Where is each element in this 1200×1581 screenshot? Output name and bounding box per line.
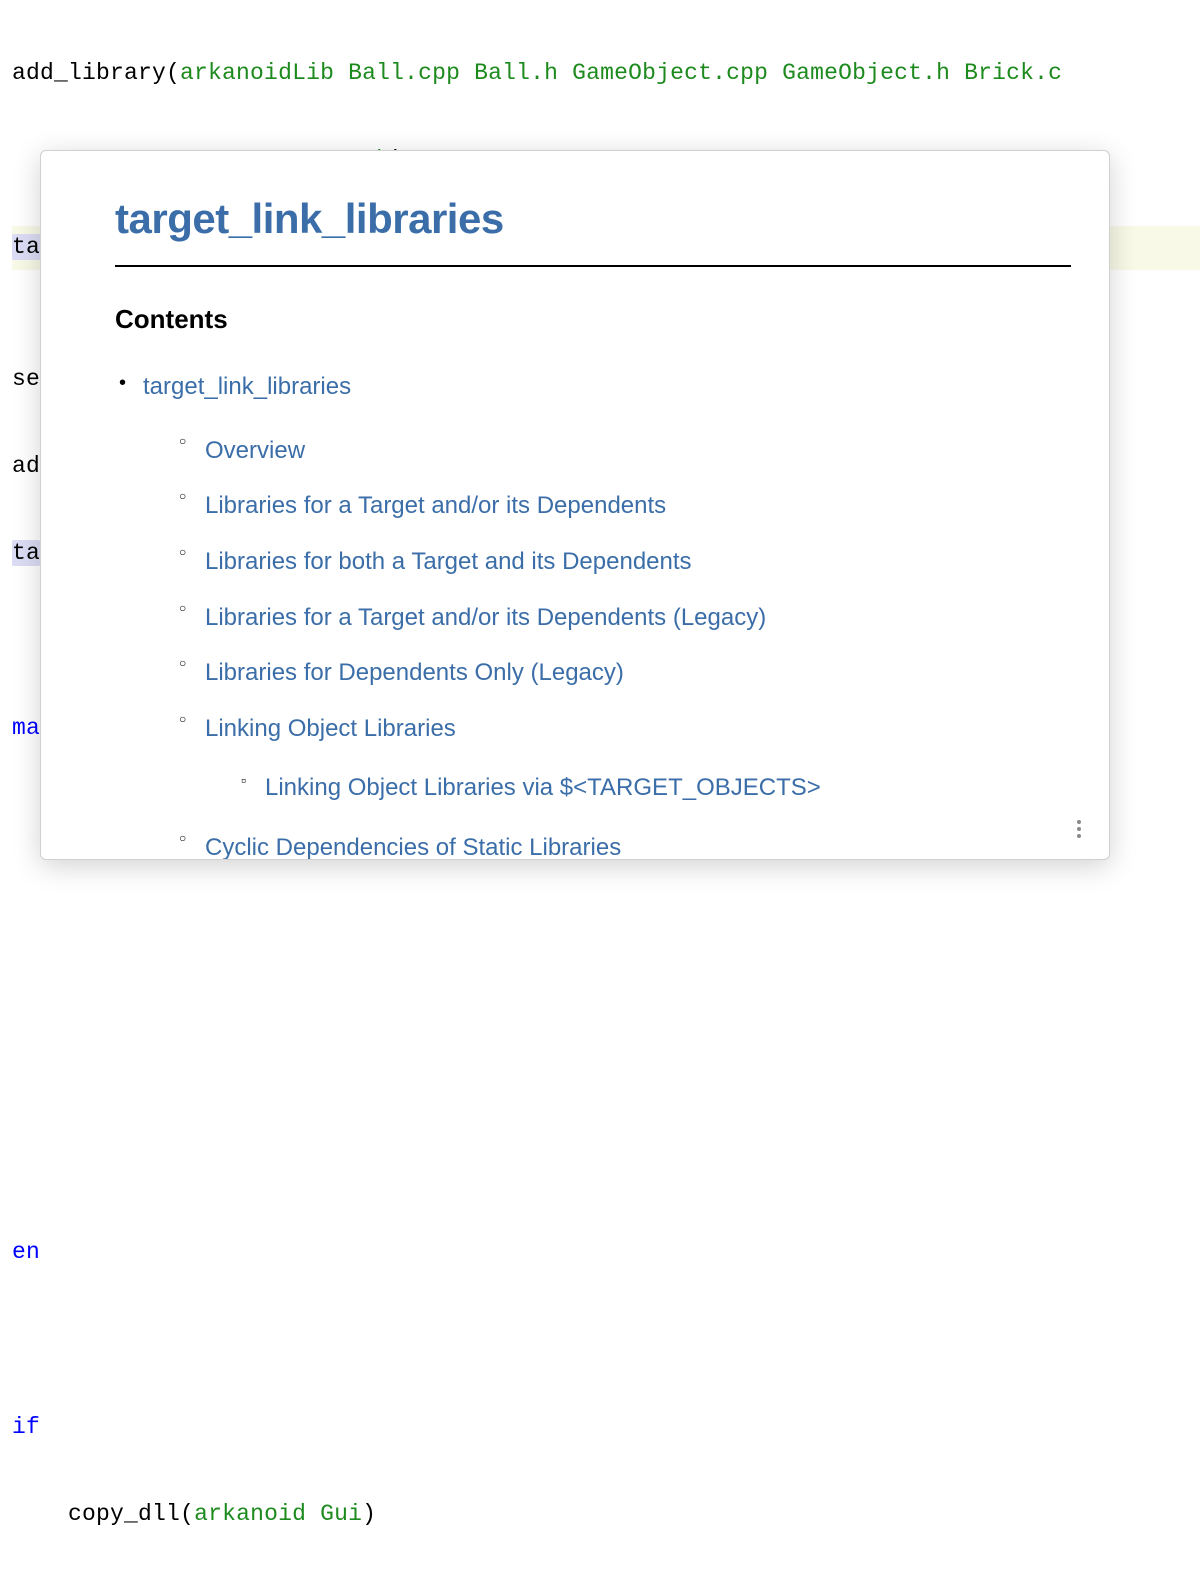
toc-item[interactable]: Linking Object Libraries <box>205 706 1071 752</box>
toc-item[interactable]: Libraries for Dependents Only (Legacy) <box>205 650 1071 696</box>
code-line[interactable] <box>12 1057 1200 1101</box>
toc-link[interactable]: Cyclic Dependencies of Static Libraries <box>205 834 621 860</box>
toc-subitem[interactable]: Linking Object Libraries via $<TARGET_OB… <box>265 765 1071 811</box>
code-line[interactable]: en <box>12 1231 1200 1275</box>
contents-heading: Contents <box>115 295 1071 344</box>
toc-item[interactable]: Overview <box>205 428 1071 474</box>
code-line[interactable]: add_library(arkanoidLib Ball.cpp Ball.h … <box>12 52 1200 96</box>
toc-link[interactable]: Linking Object Libraries via $<TARGET_OB… <box>265 774 821 801</box>
code-line[interactable] <box>12 1144 1200 1188</box>
cmake-command: copy_dll <box>68 1501 180 1527</box>
toc-link[interactable]: Libraries for Dependents Only (Legacy) <box>205 659 624 686</box>
cmake-command: add_library <box>12 60 166 86</box>
toc-link[interactable]: Linking Object Libraries <box>205 715 456 742</box>
toc-item[interactable]: Libraries for both a Target and its Depe… <box>205 539 1071 585</box>
kebab-menu-icon[interactable] <box>1067 817 1091 841</box>
table-of-contents: target_link_libraries Overview Libraries… <box>115 364 1071 860</box>
code-line[interactable]: copy_dll(arkanoid Gui) <box>12 1493 1200 1537</box>
toc-item[interactable]: Cyclic Dependencies of Static Libraries <box>205 825 1071 860</box>
toc-link[interactable]: Libraries for both a Target and its Depe… <box>205 548 692 575</box>
toc-link[interactable]: target_link_libraries <box>143 373 351 400</box>
cmake-args: arkanoid Gui <box>194 1501 362 1527</box>
code-line[interactable]: if <box>12 1406 1200 1450</box>
toc-link[interactable]: Overview <box>205 437 305 464</box>
documentation-popup: target_link_libraries Contents target_li… <box>40 150 1110 860</box>
toc-link[interactable]: Libraries for a Target and/or its Depend… <box>205 604 766 631</box>
toc-item[interactable]: Libraries for a Target and/or its Depend… <box>205 595 1071 641</box>
code-line[interactable] <box>12 882 1200 926</box>
code-line[interactable] <box>12 1319 1200 1363</box>
toc-link[interactable]: Libraries for a Target and/or its Depend… <box>205 492 666 519</box>
cmake-args: arkanoidLib Ball.cpp Ball.h GameObject.c… <box>180 60 1062 86</box>
doc-title: target_link_libraries <box>115 179 1071 267</box>
toc-root-item[interactable]: target_link_libraries <box>115 364 1071 410</box>
toc-item[interactable]: Libraries for a Target and/or its Depend… <box>205 483 1071 529</box>
code-line[interactable] <box>12 969 1200 1013</box>
